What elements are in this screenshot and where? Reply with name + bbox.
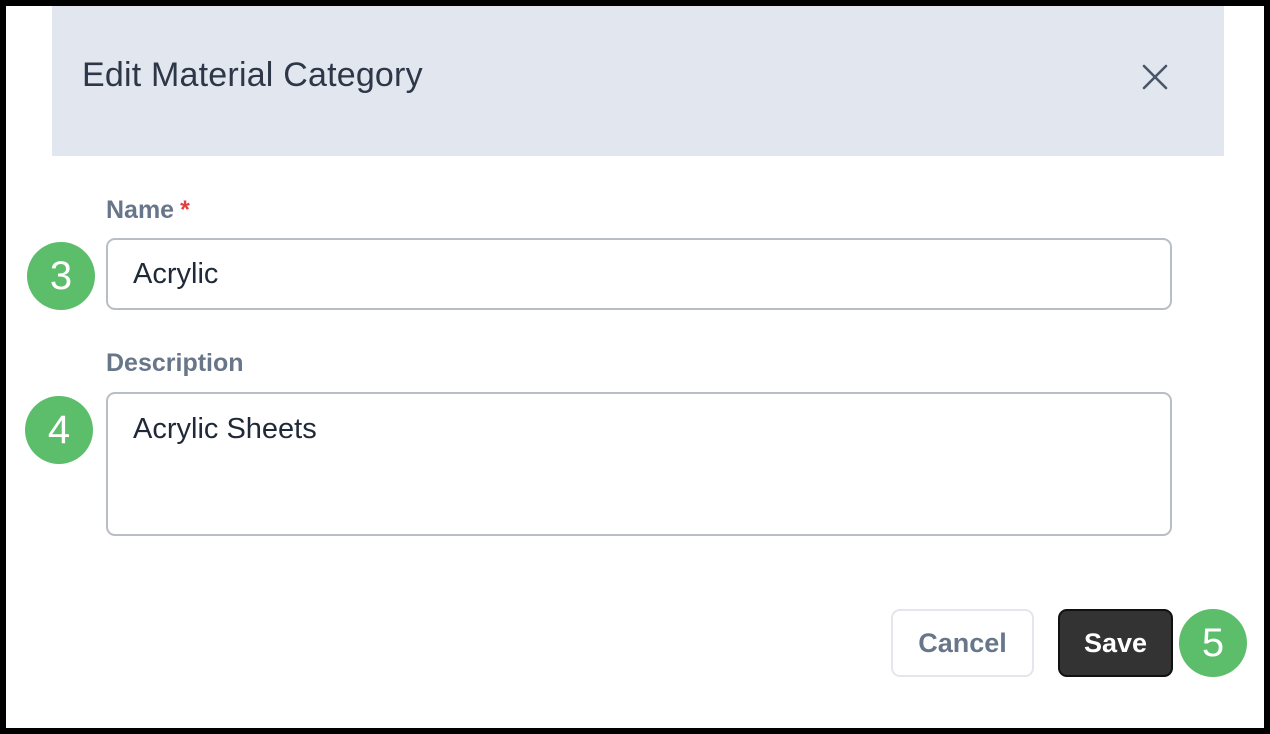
close-icon	[1142, 64, 1168, 90]
name-label: Name *	[106, 196, 190, 225]
save-button[interactable]: Save	[1058, 609, 1173, 677]
dialog: Edit Material Category Name * Acrylic Des…	[6, 6, 1264, 728]
step-badge-4: 4	[25, 396, 93, 464]
step-badge-3: 3	[27, 242, 95, 310]
description-textarea[interactable]: Acrylic Sheets	[106, 392, 1172, 536]
close-button[interactable]	[1138, 60, 1172, 94]
name-input[interactable]: Acrylic	[106, 238, 1172, 310]
cancel-button[interactable]: Cancel	[891, 609, 1034, 677]
name-label-text: Name	[106, 196, 175, 224]
dialog-header: Edit Material Category	[52, 6, 1224, 156]
required-marker: *	[180, 196, 190, 224]
description-label: Description	[106, 349, 244, 377]
dialog-title: Edit Material Category	[82, 56, 423, 94]
step-badge-5: 5	[1179, 609, 1247, 677]
